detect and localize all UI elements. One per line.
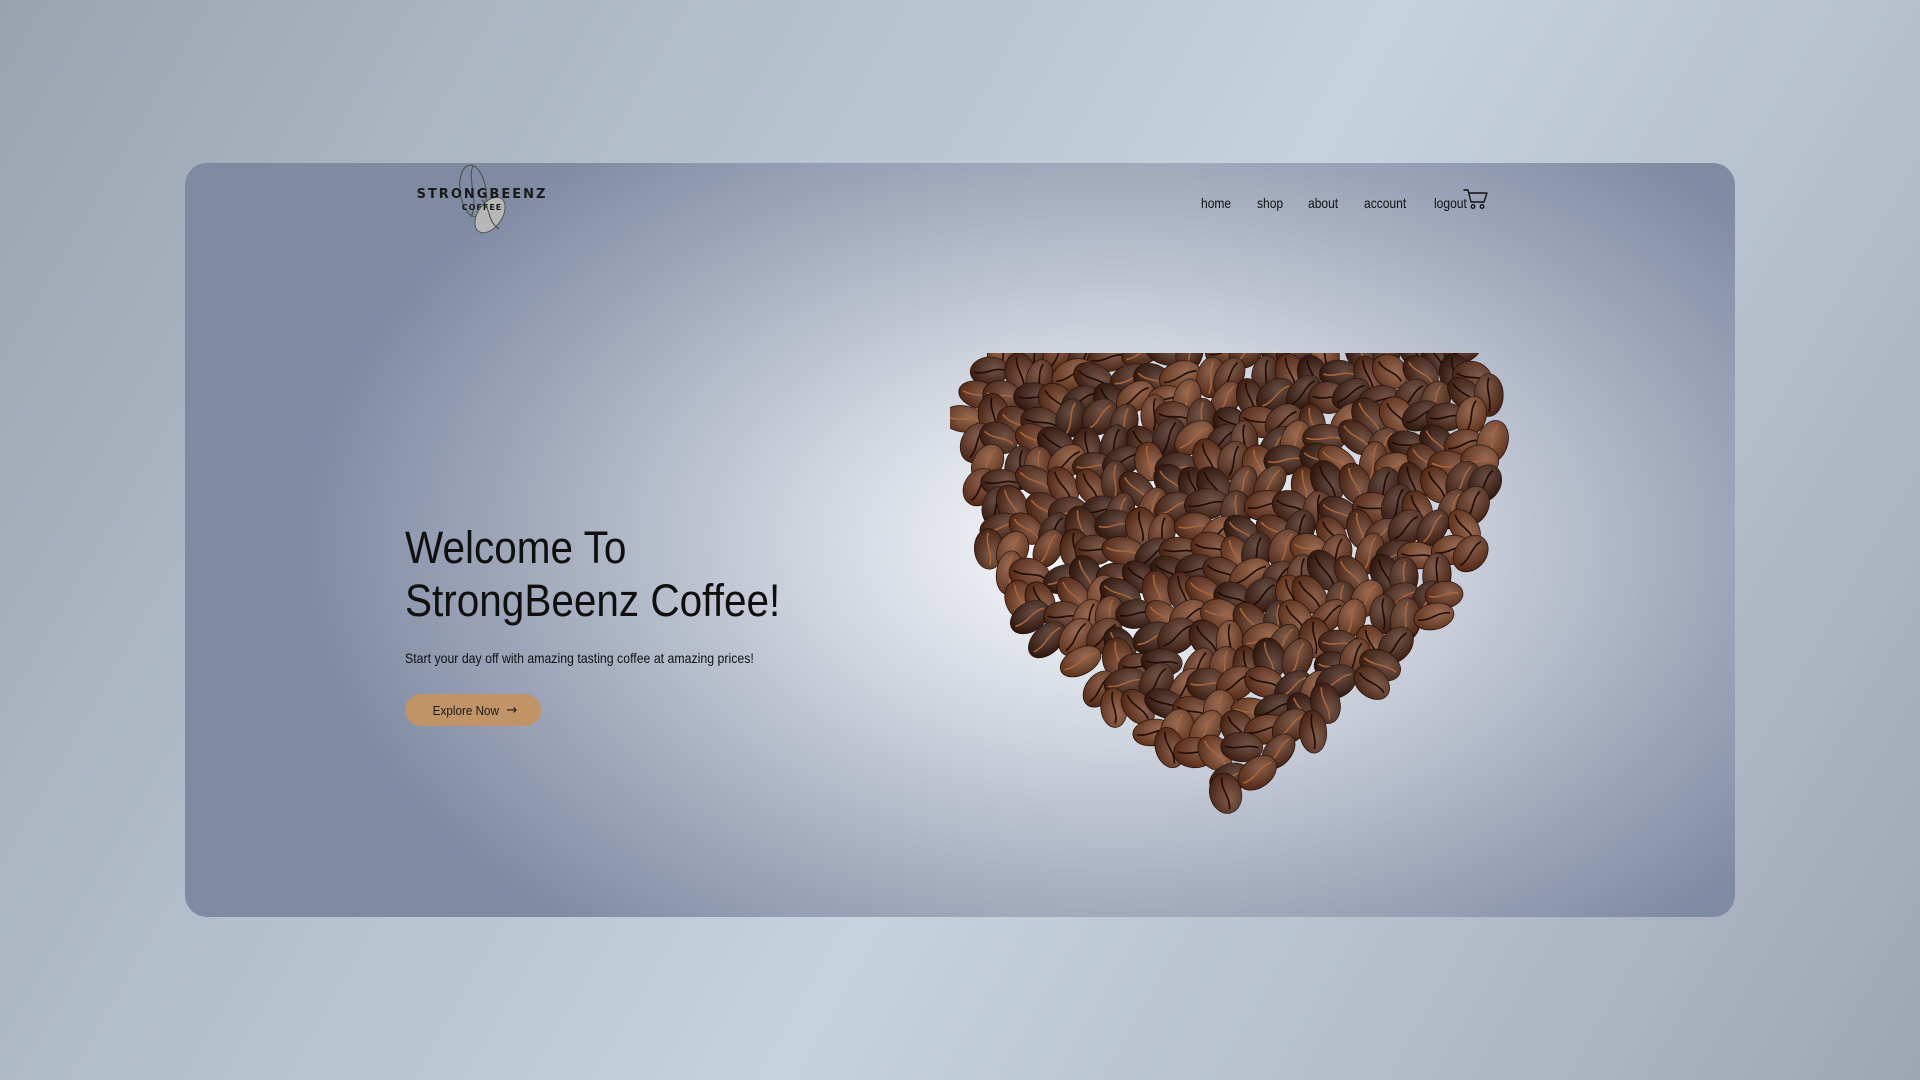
main-nav: home shop about account logout (1201, 195, 1494, 211)
brand-logo[interactable]: STRONGBEENZ COFFEE (407, 163, 557, 238)
hero-title-line-1: Welcome To (405, 522, 627, 573)
cart-button[interactable] (1463, 188, 1489, 210)
explore-now-label: Explore Now (432, 702, 499, 718)
coffee-beans-heart-image (950, 353, 1509, 814)
hero-title: Welcome To StrongBeenz Coffee! (405, 521, 780, 627)
nav-shop[interactable]: shop (1257, 195, 1283, 211)
hero-subtitle: Start your day off with amazing tasting … (405, 650, 754, 666)
hero-title-line-2: StrongBeenz Coffee! (405, 575, 781, 626)
nav-about[interactable]: about (1308, 195, 1338, 211)
hero-card: STRONGBEENZ COFFEE home shop about accou… (185, 163, 1735, 917)
nav-home[interactable]: home (1201, 195, 1231, 211)
brand-tagline: COFFEE (461, 203, 503, 212)
arrow-right-icon: → (506, 702, 518, 718)
shopping-cart-icon (1463, 189, 1488, 209)
nav-account[interactable]: account (1364, 195, 1406, 211)
brand-name: STRONGBEENZ (416, 187, 548, 202)
explore-now-button[interactable]: Explore Now → (405, 694, 541, 726)
